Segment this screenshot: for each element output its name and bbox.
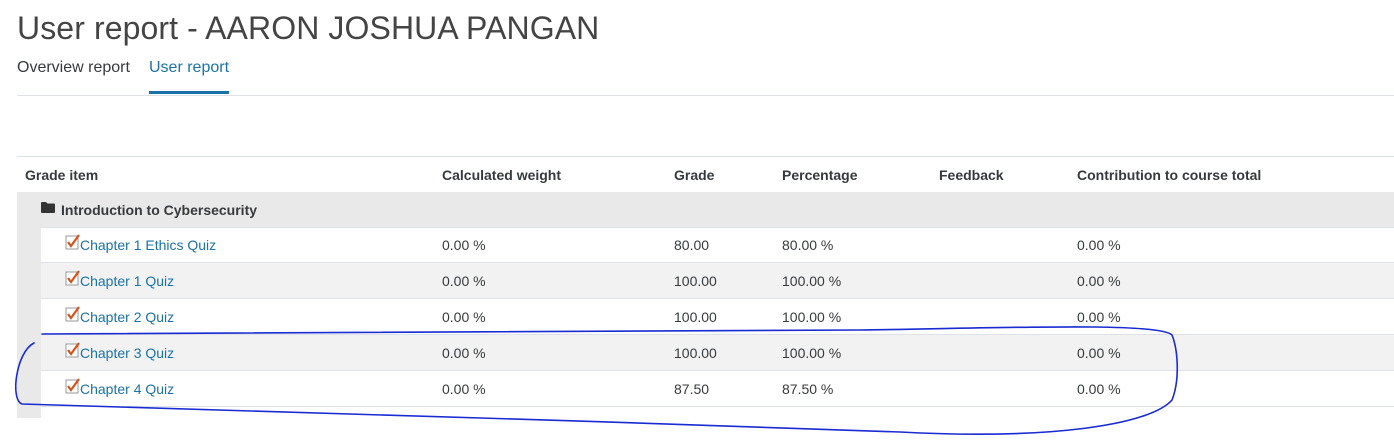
grade-item-link[interactable]: Chapter 4 Quiz: [80, 381, 174, 397]
percentage-cell: 100.00 %: [782, 309, 842, 325]
grade-cell: 80.00: [674, 237, 710, 253]
tab-user-report[interactable]: User report: [149, 52, 230, 94]
user-report-table: Grade item Calculated weight Grade Perce…: [17, 156, 1394, 418]
weight-cell: 0.00 %: [442, 309, 486, 325]
header-grade: Grade: [674, 167, 715, 183]
weight-cell: 0.00 %: [442, 345, 486, 361]
grade-item-link[interactable]: Chapter 1 Ethics Quiz: [80, 237, 216, 253]
percentage-cell: 100.00 %: [782, 273, 842, 289]
tab-overview-report[interactable]: Overview report: [17, 52, 130, 94]
percentage-cell: 80.00 %: [782, 237, 834, 253]
folder-icon: [41, 202, 55, 213]
header-calculated-weight: Calculated weight: [442, 167, 562, 183]
percentage-cell: 87.50 %: [782, 381, 834, 397]
table-row: Chapter 2 Quiz 0.00 % 100.00 100.00 % 0.…: [41, 299, 1394, 335]
grade-item-link[interactable]: Chapter 1 Quiz: [80, 273, 174, 289]
category-indent: [17, 227, 41, 418]
quiz-icon: [65, 342, 81, 358]
percentage-cell: 100.00 %: [782, 345, 842, 361]
grade-cell: 100.00: [674, 273, 717, 289]
contribution-cell: 0.00 %: [1077, 237, 1121, 253]
quiz-icon: [65, 270, 81, 286]
contribution-cell: 0.00 %: [1077, 309, 1121, 325]
table-row: Chapter 1 Quiz 0.00 % 100.00 100.00 % 0.…: [41, 263, 1394, 299]
table-row: Chapter 3 Quiz 0.00 % 100.00 100.00 % 0.…: [41, 335, 1394, 371]
table-row: Chapter 4 Quiz 0.00 % 87.50 87.50 % 0.00…: [41, 371, 1394, 407]
grade-cell: 100.00: [674, 345, 717, 361]
header-contribution: Contribution to course total: [1077, 167, 1262, 183]
contribution-cell: 0.00 %: [1077, 273, 1121, 289]
grade-item-link[interactable]: Chapter 3 Quiz: [80, 345, 174, 361]
table-row: Chapter 1 Ethics Quiz 0.00 % 80.00 80.00…: [41, 227, 1394, 263]
category-label: Introduction to Cybersecurity: [61, 202, 258, 218]
quiz-icon: [65, 306, 81, 322]
report-tabs: Overview report User report: [17, 52, 1394, 96]
grade-cell: 87.50: [674, 381, 710, 397]
header-percentage: Percentage: [782, 167, 858, 183]
quiz-icon: [65, 378, 81, 394]
grade-cell: 100.00: [674, 309, 717, 325]
contribution-cell: 0.00 %: [1077, 345, 1121, 361]
weight-cell: 0.00 %: [442, 381, 486, 397]
weight-cell: 0.00 %: [442, 273, 486, 289]
header-grade-item: Grade item: [25, 167, 99, 183]
page-title: User report - AARON JOSHUA PANGAN: [17, 10, 600, 46]
table-header: Grade item Calculated weight Grade Perce…: [17, 156, 1394, 193]
grade-item-link[interactable]: Chapter 2 Quiz: [80, 309, 174, 325]
contribution-cell: 0.00 %: [1077, 381, 1121, 397]
quiz-icon: [65, 234, 81, 250]
category-row: Introduction to Cybersecurity: [17, 192, 1394, 228]
weight-cell: 0.00 %: [442, 237, 486, 253]
header-feedback: Feedback: [939, 167, 1004, 183]
